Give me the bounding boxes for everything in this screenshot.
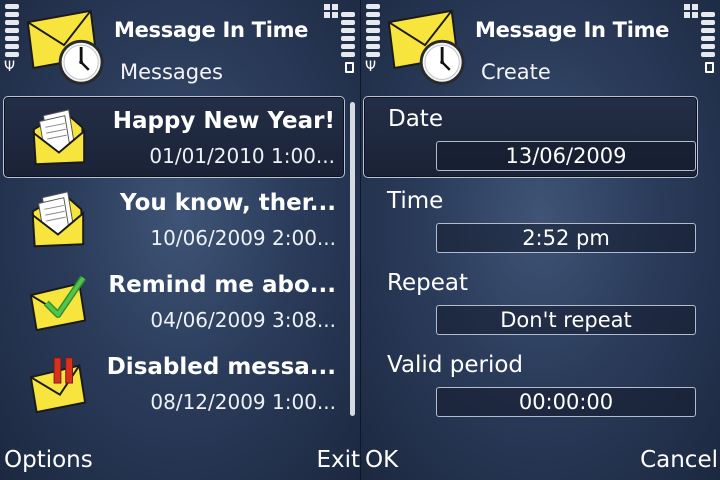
scrollbar-thumb[interactable] bbox=[350, 102, 355, 416]
message-date: 08/12/2009 1:00... bbox=[150, 390, 336, 414]
message-title: Happy New Year! bbox=[112, 108, 335, 134]
envelope-document-icon bbox=[32, 108, 86, 166]
repeat-select[interactable]: Don't repeat bbox=[436, 305, 696, 335]
cancel-softkey[interactable]: Cancel bbox=[640, 447, 718, 473]
app-title: Message In Time bbox=[114, 18, 309, 42]
app-title: Message In Time bbox=[475, 18, 670, 42]
message-item-1[interactable]: Happy New Year! 01/01/2010 1:00... bbox=[3, 96, 345, 178]
view-title: Create bbox=[481, 60, 551, 84]
message-title: You know, ther... bbox=[120, 190, 336, 216]
menu-grid-icon[interactable] bbox=[324, 4, 338, 18]
messages-screen: Ψ Message In Time Messages Happy New Yea… bbox=[0, 0, 360, 480]
envelope-document-icon bbox=[31, 190, 85, 248]
envelope-paused-icon bbox=[29, 357, 87, 414]
create-screen: Ψ Message In Time Create Date 13/06/2009… bbox=[360, 0, 720, 480]
time-input[interactable]: 2:52 pm bbox=[436, 223, 696, 253]
exit-softkey[interactable]: Exit bbox=[316, 447, 360, 473]
message-title: Disabled messa... bbox=[106, 354, 336, 380]
time-field-row[interactable]: Time 2:52 pm bbox=[361, 178, 720, 260]
date-label: Date bbox=[388, 106, 443, 132]
view-title: Messages bbox=[120, 60, 223, 84]
date-field-row[interactable]: Date 13/06/2009 bbox=[363, 96, 698, 178]
signal-strength-indicator bbox=[366, 4, 380, 58]
message-list: Happy New Year! 01/01/2010 1:00... You k… bbox=[0, 96, 348, 424]
create-form: Date 13/06/2009 Time 2:52 pm Repeat Don'… bbox=[361, 96, 720, 424]
battery-icon bbox=[705, 62, 714, 73]
battery-level-indicator bbox=[701, 4, 715, 58]
scrollbar[interactable] bbox=[348, 96, 357, 422]
message-item-3[interactable]: Remind me abo... 04/06/2009 3:08... bbox=[0, 260, 348, 342]
antenna-icon: Ψ bbox=[365, 59, 377, 75]
repeat-label: Repeat bbox=[387, 270, 468, 296]
valid-period-field-row[interactable]: Valid period 00:00:00 bbox=[361, 342, 720, 424]
battery-level-indicator bbox=[341, 4, 355, 58]
message-item-2[interactable]: You know, ther... 10/06/2009 2:00... bbox=[0, 178, 348, 260]
app-envelope-clock-icon bbox=[387, 9, 465, 85]
message-item-4[interactable]: Disabled messa... 08/12/2009 1:00... bbox=[0, 342, 348, 424]
envelope-checkmark-icon bbox=[29, 275, 87, 332]
options-softkey[interactable]: Options bbox=[4, 447, 93, 473]
repeat-field-row[interactable]: Repeat Don't repeat bbox=[361, 260, 720, 342]
message-title: Remind me abo... bbox=[108, 272, 336, 298]
antenna-icon: Ψ bbox=[4, 59, 16, 75]
message-date: 01/01/2010 1:00... bbox=[149, 144, 335, 168]
message-date: 10/06/2009 2:00... bbox=[150, 226, 336, 250]
app-envelope-clock-icon bbox=[26, 9, 104, 85]
battery-icon bbox=[345, 62, 354, 73]
valid-period-label: Valid period bbox=[387, 352, 524, 378]
date-input[interactable]: 13/06/2009 bbox=[436, 141, 696, 171]
menu-grid-icon[interactable] bbox=[684, 4, 698, 18]
message-date: 04/06/2009 3:08... bbox=[150, 308, 336, 332]
signal-strength-indicator bbox=[5, 4, 19, 58]
ok-softkey[interactable]: OK bbox=[365, 447, 398, 473]
valid-period-input[interactable]: 00:00:00 bbox=[436, 387, 696, 417]
time-label: Time bbox=[387, 188, 444, 214]
